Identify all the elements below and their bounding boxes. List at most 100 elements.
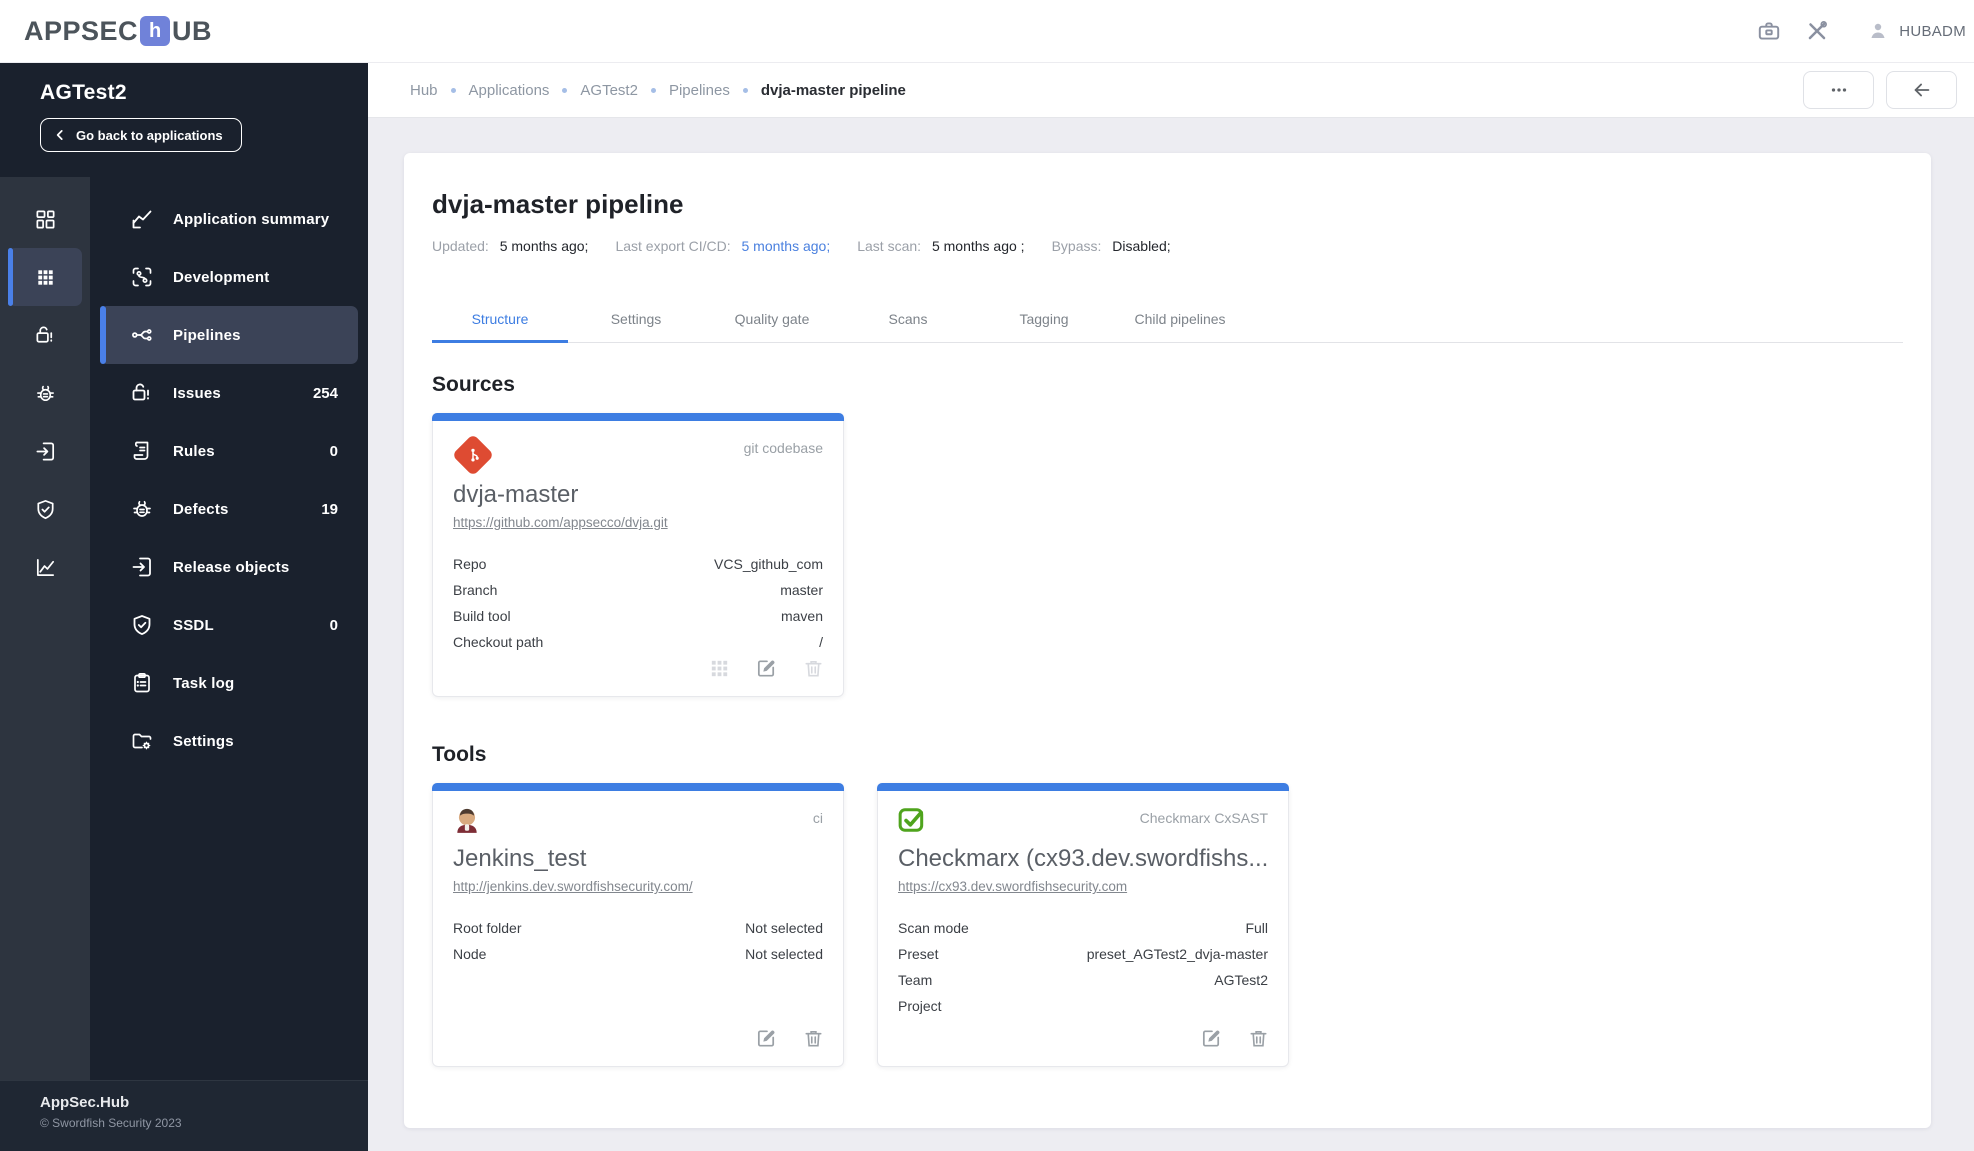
source-row-branch: Branch master (453, 582, 823, 598)
tool-url-link[interactable]: https://cx93.dev.swordfishsecurity.com (898, 879, 1127, 894)
edit-icon[interactable] (755, 1027, 778, 1050)
rules-icon (130, 439, 154, 463)
user-menu[interactable]: HUBADM (1866, 19, 1966, 43)
sidebar-item-settings[interactable]: Settings (100, 712, 358, 770)
tab-settings[interactable]: Settings (568, 296, 704, 342)
source-card-dvja-master: git codebase dvja-master https://github.… (432, 413, 844, 697)
footer-copyright: © Swordfish Security 2023 (40, 1116, 182, 1130)
shield-check-icon (130, 613, 154, 637)
rules-count-badge: 0 (329, 442, 338, 460)
tab-scans[interactable]: Scans (840, 296, 976, 342)
pipelines-icon (130, 323, 154, 347)
meta-updated-value: 5 months ago; (499, 238, 589, 254)
sidebar-item-task-log[interactable]: Task log (100, 654, 358, 712)
sidebar-item-development[interactable]: Development (100, 248, 358, 306)
source-title: dvja-master (453, 481, 579, 508)
tool-row-preset: Preset preset_AGTest2_dvja-master (898, 946, 1268, 962)
sidebar-app-name: AGTest2 (40, 81, 127, 104)
go-back-button[interactable]: Go back to applications (40, 118, 242, 152)
tools-icon[interactable] (1804, 18, 1830, 44)
sidebar-item-application-summary[interactable]: Application summary (100, 190, 358, 248)
jenkins-icon (453, 806, 481, 834)
sidebar-item-defects[interactable]: Defects 19 (100, 480, 358, 538)
back-button[interactable] (1886, 71, 1957, 109)
edit-icon[interactable] (755, 657, 778, 680)
card-accent-bar (877, 783, 1289, 791)
source-type-label: git codebase (743, 440, 823, 456)
delete-icon[interactable] (802, 1027, 825, 1050)
tab-structure[interactable]: Structure (432, 296, 568, 343)
source-row-repo: Repo VCS_github_com (453, 556, 823, 572)
tool-url-link[interactable]: http://jenkins.dev.swordfishsecurity.com… (453, 879, 693, 894)
breadcrumb-pipelines[interactable]: Pipelines (669, 82, 730, 99)
delete-icon[interactable] (1247, 1027, 1270, 1050)
tool-type-label: Checkmarx CxSAST (1139, 810, 1268, 826)
breadcrumb-agtest2[interactable]: AGTest2 (580, 82, 638, 99)
apps-grid-icon[interactable] (708, 657, 731, 680)
tool-row-node: Node Not selected (453, 946, 823, 962)
sidebar-footer: AppSec.Hub © Swordfish Security 2023 (0, 1080, 368, 1151)
rail-item-structure[interactable] (8, 248, 82, 306)
source-row-checkout-path: Checkout path / (453, 634, 823, 650)
tool-title: Jenkins_test (453, 845, 587, 872)
issues-count-badge: 254 (312, 384, 338, 402)
checkmarx-icon (898, 806, 926, 834)
defects-count-badge: 19 (321, 500, 338, 518)
top-header: APPSEC h UB HUBADM (0, 0, 1974, 63)
rail-item-ssdl[interactable] (8, 480, 82, 538)
user-name: HUBADM (1899, 22, 1966, 40)
logo-text-suffix: UB (172, 15, 213, 46)
sidebar: AGTest2 Go back to applications Applicat… (0, 63, 368, 1151)
more-button[interactable] (1803, 71, 1874, 109)
breadcrumb-current: dvja-master pipeline (760, 81, 906, 99)
rail-item-defects[interactable] (8, 364, 82, 422)
briefcase-icon[interactable] (1756, 18, 1782, 44)
user-icon (1866, 19, 1890, 43)
breadcrumb-hub[interactable]: Hub (410, 82, 438, 99)
sidebar-item-issues[interactable]: Issues 254 (100, 364, 358, 422)
sidebar-item-ssdl[interactable]: SSDL 0 (100, 596, 358, 654)
tasklog-icon (130, 671, 154, 695)
tool-row-scan-mode: Scan mode Full (898, 920, 1268, 936)
footer-app-title: AppSec.Hub (40, 1094, 130, 1111)
tab-quality-gate[interactable]: Quality gate (704, 296, 840, 342)
breadcrumb: Hub Applications AGTest2 Pipelines dvja-… (410, 82, 906, 99)
rail-item-analytics[interactable] (8, 538, 82, 596)
git-icon (451, 433, 495, 477)
breadcrumb-applications[interactable]: Applications (469, 82, 550, 99)
content-area: dvja-master pipeline Updated: 5 months a… (368, 119, 1974, 1151)
tab-tagging[interactable]: Tagging (976, 296, 1112, 342)
rail-item-issues[interactable] (8, 306, 82, 364)
app-logo[interactable]: APPSEC h UB (24, 16, 212, 47)
meta-bypass-label: Bypass: (1051, 238, 1102, 254)
page-title: dvja-master pipeline (432, 189, 684, 219)
sources-heading: Sources (432, 373, 515, 396)
ellipsis-icon (1831, 88, 1846, 92)
dashboard-icon (34, 208, 57, 231)
source-url-link[interactable]: https://github.com/appsecco/dvja.git (453, 515, 668, 530)
meta-updated-label: Updated: (432, 238, 489, 254)
card-accent-bar (432, 783, 844, 791)
edit-icon[interactable] (1200, 1027, 1223, 1050)
tool-type-label: ci (812, 810, 823, 826)
breadcrumb-separator (450, 87, 456, 93)
sidebar-item-rules[interactable]: Rules 0 (100, 422, 358, 480)
ssdl-count-badge: 0 (329, 616, 338, 634)
meta-export-value[interactable]: 5 months ago; (742, 238, 831, 254)
tools-heading: Tools (432, 743, 487, 766)
tool-row-team: Team AGTest2 (898, 972, 1268, 988)
sidebar-item-pipelines[interactable]: Pipelines (100, 306, 358, 364)
delete-icon[interactable] (802, 657, 825, 680)
chart-line-icon (130, 207, 154, 231)
pipeline-tabs: Structure Settings Quality gate Scans Ta… (432, 296, 1903, 343)
rail-item-release[interactable] (8, 422, 82, 480)
tab-child-pipelines[interactable]: Child pipelines (1112, 296, 1248, 342)
tool-row-project: Project (898, 998, 942, 1014)
tool-card-checkmarx: Checkmarx CxSAST Checkmarx (cx93.dev.swo… (877, 783, 1289, 1067)
breadcrumb-bar: Hub Applications AGTest2 Pipelines dvja-… (368, 63, 1974, 118)
chevron-left-icon (56, 130, 63, 140)
lock-alert-icon (130, 381, 154, 405)
grid-icon (34, 266, 57, 289)
rail-item-dashboard[interactable] (8, 190, 82, 248)
sidebar-item-release-objects[interactable]: Release objects (100, 538, 358, 596)
